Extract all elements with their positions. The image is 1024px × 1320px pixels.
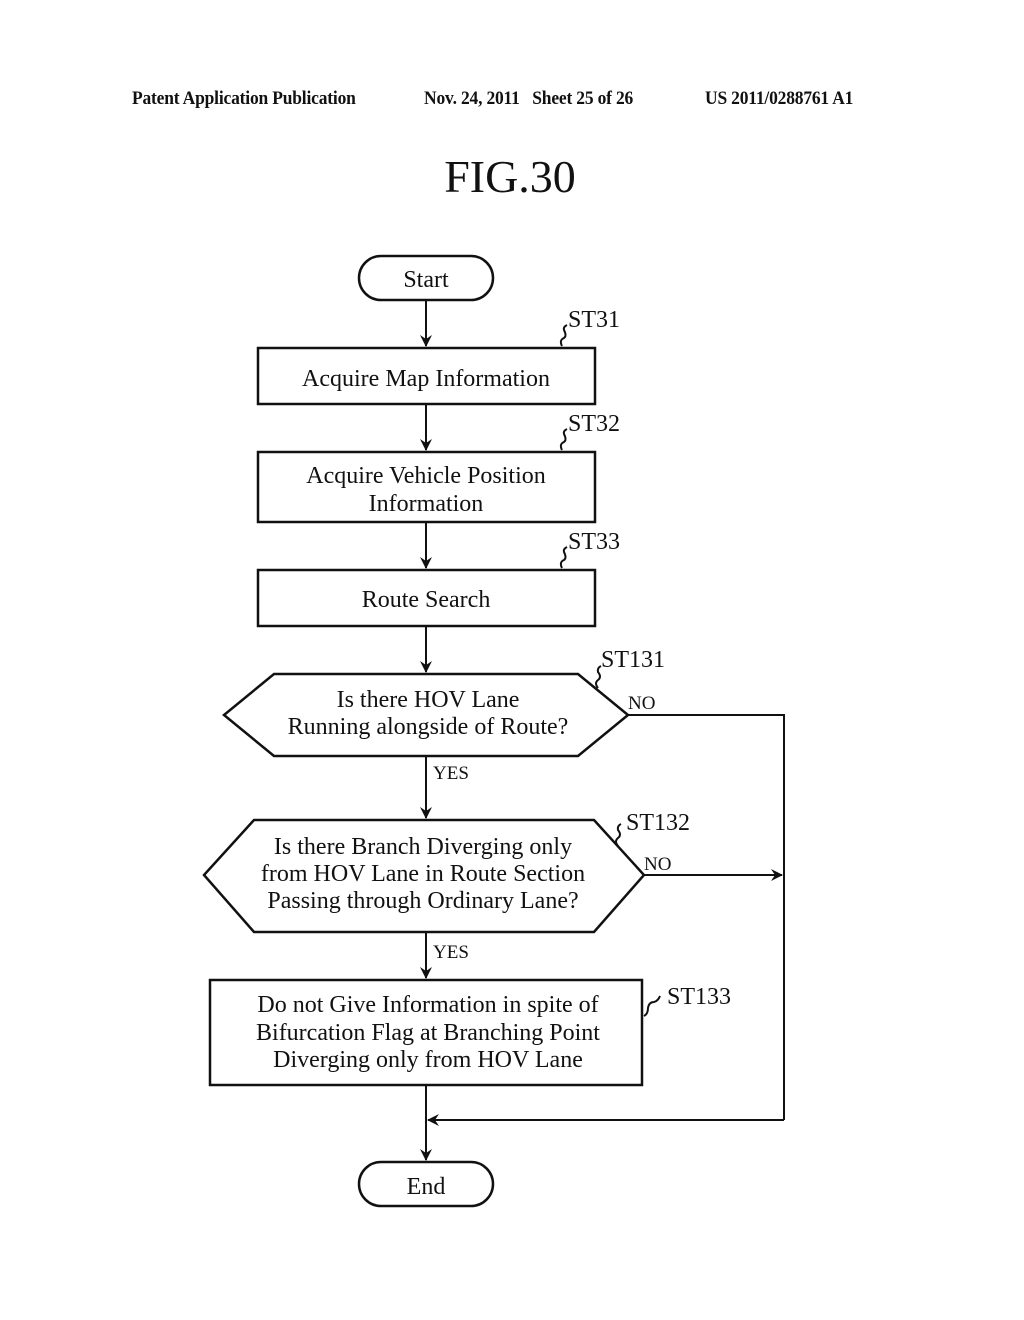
- st133-text-line1: Do not Give Information in spite of: [257, 992, 598, 1018]
- st132-leader: [615, 823, 622, 847]
- decision-st131: Is there HOV Lane Running alongside of R…: [222, 647, 665, 784]
- st132-yes-label: YES: [433, 942, 469, 963]
- st31-text: Acquire Map Information: [302, 366, 550, 392]
- st131-yes-label: YES: [433, 763, 469, 784]
- st33-id: ST33: [568, 529, 620, 555]
- st131-text-line1: Is there HOV Lane: [337, 687, 520, 713]
- st32-id: ST32: [568, 411, 620, 437]
- st33-leader: [559, 546, 568, 569]
- line-st131-no: [628, 714, 785, 1120]
- st132-text-line3: Passing through Ordinary Lane?: [267, 888, 578, 914]
- step-st33: Route Search ST33: [256, 529, 620, 628]
- st31-id: ST31: [568, 307, 620, 333]
- st131-text-line2: Running alongside of Route?: [288, 714, 569, 740]
- st132-text-line2: from HOV Lane in Route Section: [261, 861, 585, 887]
- start-label: Start: [403, 267, 449, 293]
- flowchart: Start Acquire Map Information ST31 Acqui…: [202, 254, 785, 1208]
- step-st133: Do not Give Information in spite of Bifu…: [208, 978, 731, 1087]
- st133-text-line3: Diverging only from HOV Lane: [273, 1047, 583, 1073]
- st32-leader: [559, 428, 568, 451]
- st32-text-line1: Acquire Vehicle Position: [306, 463, 546, 489]
- step-st32: Acquire Vehicle Position Information ST3…: [256, 411, 620, 524]
- st33-text: Route Search: [362, 587, 491, 613]
- end-terminal: End: [357, 1160, 495, 1208]
- st31-leader: [559, 324, 568, 347]
- st132-text-line1: Is there Branch Diverging only: [274, 834, 572, 860]
- st131-no-label: NO: [628, 693, 655, 714]
- start-terminal: Start: [357, 254, 495, 302]
- st32-text-line2: Information: [369, 491, 484, 517]
- end-label: End: [407, 1174, 446, 1200]
- st133-leader: [643, 995, 661, 1017]
- st133-text-line2: Bifurcation Flag at Branching Point: [256, 1020, 600, 1046]
- decision-st132: Is there Branch Diverging only from HOV …: [202, 810, 690, 963]
- st133-id: ST133: [667, 984, 731, 1010]
- st132-no-label: NO: [644, 854, 671, 875]
- st132-id: ST132: [626, 810, 690, 836]
- step-st31: Acquire Map Information ST31: [256, 307, 620, 406]
- st131-id: ST131: [601, 647, 665, 673]
